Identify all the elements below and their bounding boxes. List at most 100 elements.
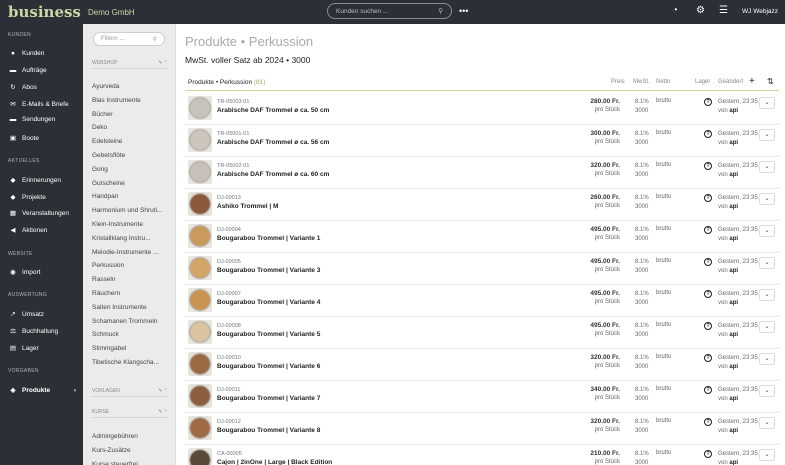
product-name[interactable]: Ashiko Trommel | M [217,203,278,210]
section-kurse[interactable]: KURSE ✎ ⌃ [92,409,168,418]
product-thumbnail[interactable] [188,416,212,440]
question-icon[interactable]: ? [704,450,712,458]
question-icon[interactable]: ? [704,418,712,426]
question-icon[interactable]: ? [704,322,712,330]
product-name[interactable]: Arabische DAF Trommel ø ca. 56 cm [217,139,329,146]
category-item[interactable]: Rasseln [92,276,170,283]
product-thumbnail[interactable] [188,288,212,312]
category-item[interactable]: Tibetische Klangscha... [92,359,170,366]
category-item[interactable]: Gebetsflöte [92,152,170,159]
section-vorlagen[interactable]: VORLAGEN ✎ ⌃ [92,388,168,397]
settings-icon[interactable]: ⚙ [696,5,705,16]
edit-icon[interactable]: ✎ [158,409,162,415]
product-thumbnail[interactable] [188,320,212,344]
filter-input[interactable]: Filtern ... ⚲ [93,32,165,46]
product-name[interactable]: Bougarabou Trommel | Variante 8 [217,427,320,434]
row-menu-button[interactable]: ⌄ [759,161,775,173]
product-thumbnail[interactable] [188,128,212,152]
sidebar-item-sendungen[interactable]: ▬ Sendungen [8,116,80,123]
row-menu-button[interactable]: ⌄ [759,193,775,205]
question-icon[interactable]: ? [704,162,712,170]
sort-icon[interactable]: ⇅ [767,77,774,86]
chevron-up-icon[interactable]: ⌃ [164,60,168,66]
category-item[interactable]: Ayurveda [92,83,170,90]
question-icon[interactable]: ? [704,354,712,362]
question-icon[interactable]: ? [704,226,712,234]
sidebar-item-abos[interactable]: ↻ Abos [8,83,80,92]
search-icon[interactable]: ⚲ [438,7,443,15]
table-row[interactable]: TR-05001-01 Arabische DAF Trommel ø ca. 5… [185,125,779,157]
row-menu-button[interactable]: ⌄ [759,353,775,365]
row-menu-button[interactable]: ⌄ [759,97,775,109]
row-menu-button[interactable]: ⌄ [759,129,775,141]
product-thumbnail[interactable] [188,96,212,120]
sidebar-item-e-mails-briefe[interactable]: ✉ E-Mails & Briefe [8,100,80,109]
product-name[interactable]: Bougarabou Trommel | Variante 7 [217,395,320,402]
product-thumbnail[interactable] [188,448,212,465]
kurs-item[interactable]: Kurs-Zusätze [92,447,170,454]
row-menu-button[interactable]: ⌄ [759,385,775,397]
table-row[interactable]: DJ-00010 Bougarabou Trommel | Variante 6 3… [185,349,779,381]
product-thumbnail[interactable] [188,160,212,184]
row-menu-button[interactable]: ⌄ [759,257,775,269]
table-row[interactable]: DJ-00013 Ashiko Trommel | M 260.00 Fr. pro … [185,189,779,221]
sidebar-item-produkte[interactable]: ◈ Produkte › [8,386,80,395]
header-lager[interactable]: Lager [695,79,710,85]
question-icon[interactable]: ? [704,258,712,266]
table-row[interactable]: DJ-00011 Bougarabou Trommel | Variante 7 3… [185,381,779,413]
header-preis[interactable]: Preis [611,79,625,85]
question-icon[interactable]: ? [704,194,712,202]
sidebar-item-buchhaltung[interactable]: ⚖ Buchhaltung [8,327,80,336]
row-menu-button[interactable]: ⌄ [759,289,775,301]
product-thumbnail[interactable] [188,384,212,408]
category-item[interactable]: Gong [92,166,170,173]
sidebar-item-lager[interactable]: ▤ Lager [8,344,80,353]
table-row[interactable]: DJ-00012 Bougarabou Trommel | Variante 8 3… [185,413,779,445]
table-row[interactable]: DJ-00004 Bougarabou Trommel | Variante 1 4… [185,221,779,253]
category-item[interactable]: Saiten Instrumente [92,304,170,311]
company-name[interactable]: Demo GmbH [88,8,328,17]
edit-icon[interactable]: ✎ [158,60,162,66]
user-menu[interactable]: WJ Webjazz [742,8,778,15]
category-item[interactable]: Edelsteine [92,138,170,145]
question-icon[interactable]: ? [704,98,712,106]
sidebar-item-kunden[interactable]: ● Kunden [8,50,80,57]
more-menu-icon[interactable]: ••• [459,6,468,16]
kurs-item[interactable]: Admingebühren [92,433,170,440]
product-thumbnail[interactable] [188,192,212,216]
product-name[interactable]: Bougarabou Trommel | Variante 6 [217,363,320,370]
header-name[interactable]: Produkte • Perkussion (81) [188,79,265,86]
section-webshop[interactable]: WEBSHOP ✎ ⌃ [92,60,168,69]
category-item[interactable]: Kristallklang Instru... [92,235,170,242]
category-item[interactable]: Räuchern [92,290,170,297]
product-name[interactable]: Bougarabou Trommel | Variante 5 [217,331,320,338]
question-icon[interactable]: ? [704,290,712,298]
product-name[interactable]: Bougarabou Trommel | Variante 3 [217,267,320,274]
sidebar-item-veranstaltungen[interactable]: ▦ Veranstaltungen [8,209,80,218]
add-product-icon[interactable]: + [749,76,755,87]
table-row[interactable]: CA-00005 Cajon | 2inOne | Large | Black E… [185,445,779,465]
dashboard-icon[interactable]: ◔ [672,5,678,16]
header-geaendert[interactable]: Geändert [718,79,743,85]
product-name[interactable]: Arabische DAF Trommel ø ca. 50 cm [217,107,329,114]
sidebar-item-import[interactable]: ◉ Import [8,268,80,277]
product-name[interactable]: Bougarabou Trommel | Variante 4 [217,299,320,306]
table-row[interactable]: DJ-00007 Bougarabou Trommel | Variante 4 4… [185,285,779,317]
category-item[interactable]: Gutscheine [92,180,170,187]
product-name[interactable]: Bougarabou Trommel | Variante 1 [217,235,320,242]
table-row[interactable]: DJ-00008 Bougarabou Trommel | Variante 5 4… [185,317,779,349]
product-name[interactable]: Arabische DAF Trommel ø ca. 60 cm [217,171,329,178]
sidebar-item-aktionen[interactable]: ◀ Aktionen [8,226,80,235]
chevron-up-icon[interactable]: ⌃ [164,388,168,394]
question-icon[interactable]: ? [704,130,712,138]
question-icon[interactable]: ? [704,386,712,394]
category-item[interactable]: Schmuck [92,331,170,338]
chevron-up-icon[interactable]: ⌃ [164,409,168,415]
product-thumbnail[interactable] [188,352,212,376]
product-name[interactable]: Cajon | 2inOne | Large | Black Edition [217,459,332,465]
customer-search-input[interactable]: Kunden suchen ... ⚲ [327,3,452,19]
sidebar-item-erinnerungen[interactable]: ◆ Erinnerungen [8,176,80,185]
category-item[interactable]: Bücher [92,111,170,118]
product-thumbnail[interactable] [188,224,212,248]
sidebar-item-projekte[interactable]: ◆ Projekte [8,193,80,202]
